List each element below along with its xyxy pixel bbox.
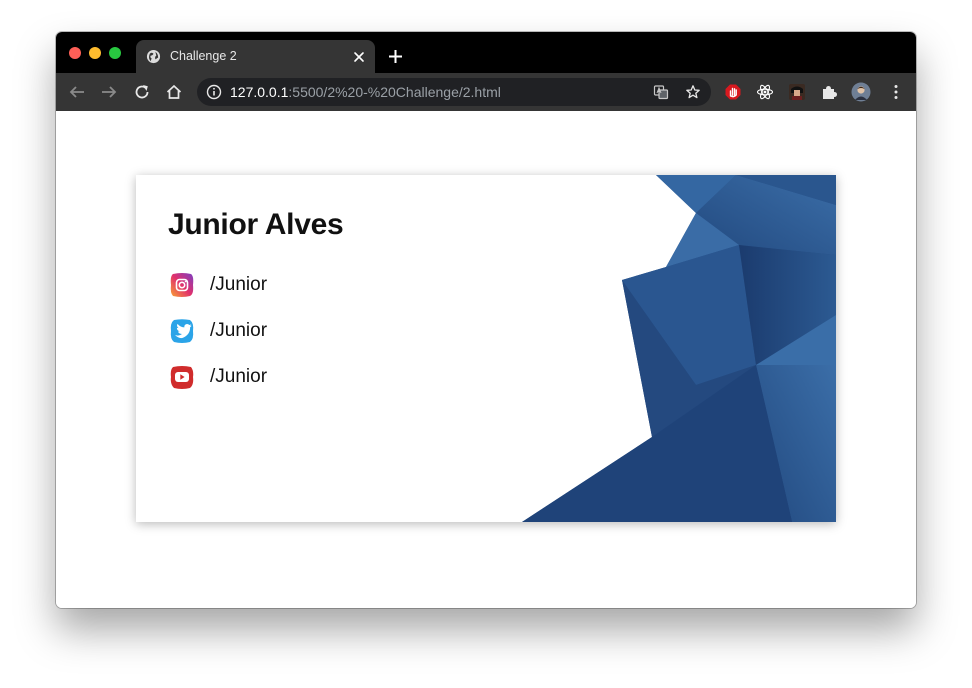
- tab-title: Challenge 2: [170, 49, 237, 63]
- bookmark-star-icon[interactable]: [685, 84, 701, 100]
- profile-avatar[interactable]: [851, 82, 871, 102]
- back-arrow-icon[interactable]: [68, 83, 86, 101]
- twitter-link[interactable]: /Junior: [168, 316, 267, 346]
- tab-strip: Challenge 2: [56, 32, 916, 73]
- globe-icon: [146, 49, 161, 64]
- character-extension-icon[interactable]: [788, 83, 806, 101]
- youtube-handle: /Junior: [210, 366, 268, 387]
- page-viewport: Junior Alves /Junior /Junior /Junior: [56, 111, 916, 608]
- address-bar[interactable]: 127.0.0.1:5500/2%20-%20Challenge/2.html: [197, 78, 711, 106]
- toolbar: 127.0.0.1:5500/2%20-%20Challenge/2.html: [56, 73, 916, 111]
- tab-close-icon[interactable]: [352, 50, 366, 64]
- url-host: 127.0.0.1: [230, 84, 289, 100]
- url-path: :5500/2%20-%20Challenge/2.html: [288, 84, 501, 100]
- profile-name: Junior Alves: [168, 208, 344, 241]
- forward-arrow-icon[interactable]: [100, 83, 118, 101]
- window-close-button[interactable]: [69, 47, 81, 59]
- react-devtools-icon[interactable]: [756, 83, 774, 101]
- reload-icon[interactable]: [133, 83, 151, 101]
- youtube-icon: [170, 366, 194, 389]
- window-minimize-button[interactable]: [89, 47, 101, 59]
- translate-icon[interactable]: [653, 84, 669, 100]
- profile-card: Junior Alves /Junior /Junior /Junior: [136, 175, 836, 522]
- site-info-icon[interactable]: [206, 84, 222, 100]
- instagram-handle: /Junior: [210, 274, 268, 295]
- new-tab-icon[interactable]: [388, 49, 403, 64]
- home-icon[interactable]: [165, 83, 183, 101]
- youtube-link[interactable]: /Junior: [168, 362, 267, 392]
- instagram-link[interactable]: /Junior: [168, 270, 267, 300]
- twitter-icon: [170, 319, 194, 343]
- window-maximize-button[interactable]: [109, 47, 121, 59]
- menu-dots-icon[interactable]: [887, 83, 905, 101]
- tab-challenge-2[interactable]: Challenge 2: [136, 40, 375, 73]
- url-text: 127.0.0.1:5500/2%20-%20Challenge/2.html: [230, 84, 501, 100]
- instagram-icon: [170, 273, 194, 297]
- adblock-extension-icon[interactable]: [724, 83, 742, 101]
- twitter-handle: /Junior: [210, 320, 268, 341]
- extensions-puzzle-icon[interactable]: [820, 83, 838, 101]
- browser-window: Challenge 2 127.0.0.1:5500/2%20-%20Chall…: [56, 32, 916, 608]
